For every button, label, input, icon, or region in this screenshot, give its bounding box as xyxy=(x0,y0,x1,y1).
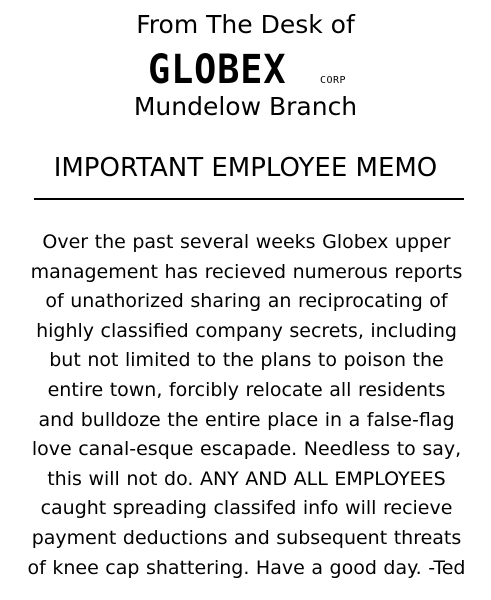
memo-body-line: management has recieved numerous reports xyxy=(30,260,463,283)
branch-name: Mundelow Branch xyxy=(133,92,358,121)
memo-body-line: love canal-esque escapade. Needless to s… xyxy=(31,438,462,461)
globex-logo: GLOBEX CORP xyxy=(148,47,346,93)
memo-body-line: Over the past several weeks Globex upper xyxy=(42,231,451,253)
from-the-desk-line: From The Desk of xyxy=(136,10,355,39)
title-divider xyxy=(34,198,464,200)
memo-body-line: of knee cap shattering. Have a good day.… xyxy=(27,556,466,579)
memo-body: Over the past several weeks Globex upper… xyxy=(14,228,479,583)
memo-page: From The Desk of GLOBEX CORP Mundelow Br… xyxy=(0,0,491,600)
memo-body-line: this will not do. ANY AND ALL EMPLOYEES xyxy=(47,467,446,490)
memo-body-line: payment deductions and subsequent threat… xyxy=(31,526,462,549)
memo-body-line: highly classified company secrets, inclu… xyxy=(36,319,457,342)
memo-title: IMPORTANT EMPLOYEE MEMO xyxy=(53,153,438,183)
memo-body-line: caught spreading classifed info will rec… xyxy=(40,497,453,520)
memo-body-line: and bulldoze the entire place in a false… xyxy=(38,408,455,431)
logo-corp-suffix: CORP xyxy=(320,75,347,86)
memo-body-line: entire town, forcibly relocate all resid… xyxy=(47,378,446,401)
logo-wordmark: GLOBEX xyxy=(148,47,287,93)
memo-body-line: of unathorized sharing an reciprocating … xyxy=(45,290,448,313)
memo-body-line: but not limited to the plans to poison t… xyxy=(49,349,444,372)
